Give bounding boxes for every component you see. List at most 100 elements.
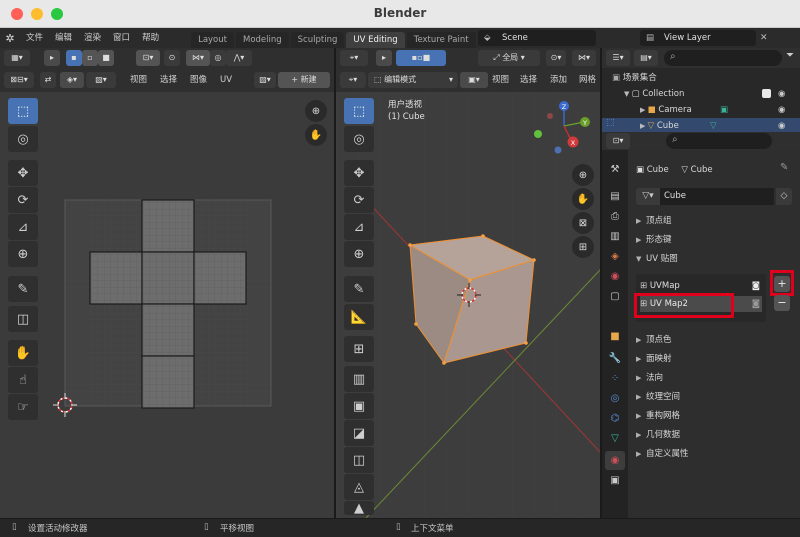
world-tab-icon[interactable]: ◉ (605, 267, 625, 286)
uv-grid-canvas[interactable] (0, 92, 334, 518)
uv-mode-icon[interactable]: ◈▾ (60, 72, 84, 88)
viewport-canvas[interactable]: Z Y X (336, 92, 600, 518)
camera-view-icon[interactable]: ⊠ (572, 212, 594, 234)
snap-icon[interactable]: ⊙ (164, 50, 180, 66)
blender-logo-icon[interactable]: ✲ (0, 32, 20, 45)
filter-icon[interactable]: ⏷ (786, 50, 794, 61)
tool-extrude[interactable]: ▥ (344, 366, 374, 392)
tool-tab-icon[interactable]: ⚒ (605, 160, 625, 179)
uv-tool-rotate[interactable]: ⟳ (8, 187, 38, 213)
uv-tool-settings-icon[interactable]: ⊠⊟▾ (4, 72, 34, 88)
particles-tab-icon[interactable]: ⁘ (605, 369, 625, 388)
falloff-icon[interactable]: ⋀▾ (226, 50, 252, 66)
uv-tool-transform[interactable]: ⊕ (8, 241, 38, 267)
pivot-icon[interactable]: ⊡▾ (136, 50, 160, 66)
uv-editor[interactable]: ⬚ ◎ ✥ ⟳ ⊿ ⊕ ✎ ◫ ✋ ☝ ☞ ⊕ ✋ (0, 92, 334, 518)
uv-tool-select[interactable]: ⬚ (8, 98, 38, 124)
collection-tab-icon[interactable]: ▢ (605, 287, 625, 306)
viewport-mesh-select-icons[interactable]: ▣▾ (460, 72, 488, 88)
menu-render[interactable]: 渲染 (78, 28, 107, 48)
uv-tool-annotate[interactable]: ✎ (8, 276, 38, 302)
properties-editor-type-icon[interactable]: ⊡▾ (606, 133, 630, 149)
viewport-menu-add[interactable]: 添加 (550, 72, 567, 88)
tab-texture-paint[interactable]: Texture Paint (406, 32, 476, 48)
panel-vertex-groups[interactable]: ▶ 顶点组 (636, 212, 672, 230)
edge-select-icon[interactable]: ▫ (82, 50, 98, 66)
outliner-editor-type-icon[interactable]: ☰▾ (606, 50, 630, 66)
tool-rotate[interactable]: ⟳ (344, 187, 374, 213)
menu-window[interactable]: 窗口 (107, 28, 136, 48)
uv-map-item[interactable]: ⊞ UVMap ◙ (640, 278, 762, 294)
outliner-scene-collection[interactable]: ▣ 场景集合 (602, 70, 800, 86)
panel-face-maps[interactable]: ▶ 面映射 (636, 350, 672, 368)
uv-pan-icon[interactable]: ✋ (305, 124, 327, 146)
uv-tool-relax[interactable]: ☝ (8, 367, 38, 393)
view-layer-close-icon[interactable]: ✕ (760, 30, 774, 46)
fake-user-shield-icon[interactable]: ◇ (776, 188, 792, 205)
overlay-icon[interactable]: ◎ (210, 50, 226, 66)
remove-uv-map-button[interactable]: − (774, 295, 790, 311)
panel-vertex-colors[interactable]: ▶ 顶点色 (636, 331, 672, 349)
viewport-menu-view[interactable]: 视图 (492, 72, 509, 88)
face-select-icon[interactable]: ■ (98, 50, 114, 66)
physics-tab-icon[interactable]: ◎ (605, 389, 625, 408)
uv-view-icon[interactable]: ▧▾ (86, 72, 116, 88)
uv-tool-scale[interactable]: ⊿ (8, 214, 38, 240)
data-tab-icon[interactable]: ▽ (605, 429, 625, 448)
tool-inset[interactable]: ▣ (344, 393, 374, 419)
mesh-name-field[interactable]: Cube (660, 188, 774, 205)
scene-tab-icon[interactable]: ◈ (605, 247, 625, 266)
scene-selector[interactable]: ⬙ Scene (478, 30, 596, 46)
viewport-select-mode-icon[interactable]: ▸ (376, 50, 392, 66)
panel-uv-maps[interactable]: ▼ UV 贴图 (636, 250, 678, 268)
panel-shape-keys[interactable]: ▶ 形态键 (636, 231, 672, 249)
tab-layout[interactable]: Layout (191, 32, 234, 48)
tool-transform[interactable]: ⊕ (344, 241, 374, 267)
vertex-select-icon[interactable]: ▪ (66, 50, 82, 66)
uv-zoom-icon[interactable]: ⊕ (305, 100, 327, 122)
tab-uv-editing[interactable]: UV Editing (346, 32, 405, 48)
editor-type-3d-icon[interactable]: ⌖▾ (340, 72, 366, 88)
tool-add-cube[interactable]: ⊞ (344, 336, 374, 362)
perspective-toggle-icon[interactable]: ⊞ (572, 236, 594, 258)
mesh-data-selector[interactable]: ▽▾ (636, 188, 660, 205)
uv-sync-icon[interactable]: ⇄ (40, 72, 56, 88)
image-browse-icon[interactable]: ▨▾ (254, 72, 276, 88)
viewport-snap-icon[interactable]: ⋈▾ (572, 50, 596, 66)
menu-edit[interactable]: 编辑 (49, 28, 78, 48)
tool-scale[interactable]: ⊿ (344, 214, 374, 240)
tool-poly-build[interactable]: ▲ (344, 501, 374, 516)
uv-tool-cursor[interactable]: ◎ (8, 126, 38, 152)
tool-measure[interactable]: 📐 (344, 304, 374, 330)
material-tab-icon[interactable]: ◉ (605, 451, 625, 470)
output-tab-icon[interactable]: ⎙ (605, 207, 625, 226)
outliner-collection[interactable]: ▼ ▢ Collection ◉ (602, 86, 800, 102)
uv-tool-rip[interactable]: ◫ (8, 306, 38, 332)
select-mode-icon[interactable]: ▸ (44, 50, 60, 66)
uv-render-camera-icon[interactable]: ◙ (752, 278, 760, 294)
constraints-tab-icon[interactable]: ⌬ (605, 409, 625, 428)
uv-render-camera-icon[interactable]: ◙ (752, 296, 760, 312)
outliner-display-mode-icon[interactable]: ▤▾ (634, 50, 658, 66)
menu-help[interactable]: 帮助 (136, 28, 165, 48)
view-layer-selector[interactable]: ▤ View Layer (640, 30, 756, 46)
edit-mode-dropdown[interactable]: ⬚ 编辑模式 ▾ (368, 72, 458, 88)
uv-tool-pinch[interactable]: ☞ (8, 394, 38, 420)
tool-bevel[interactable]: ◪ (344, 420, 374, 446)
proportional-icon[interactable]: ⋈▾ (186, 50, 210, 66)
tool-select-box[interactable]: ⬚ (344, 98, 374, 124)
panel-custom-properties[interactable]: ▶ 自定义属性 (636, 445, 689, 463)
collection-expand-icon[interactable]: ▼ (624, 90, 632, 98)
edit-mode-indicator-icon[interactable]: ⬚ (606, 118, 615, 128)
tool-move[interactable]: ✥ (344, 160, 374, 186)
uv-menu-image[interactable]: 图像 (190, 72, 207, 88)
tab-sculpting[interactable]: Sculpting (290, 32, 345, 48)
transform-orientation-icon[interactable]: ⌖▾ (340, 50, 368, 66)
outliner-camera[interactable]: ▶ ■ Camera ▣ ◉ (602, 102, 800, 118)
tool-loop-cut[interactable]: ◫ (344, 447, 374, 473)
cube-expand-icon[interactable]: ▶ (640, 122, 648, 130)
viewport-mode-icons[interactable]: ▪▫■ (396, 50, 446, 66)
tool-knife[interactable]: ◬ (344, 474, 374, 500)
viewport-pivot-icon[interactable]: ⊙▾ (546, 50, 566, 66)
outliner-search-input[interactable]: ⌕ (664, 50, 782, 66)
